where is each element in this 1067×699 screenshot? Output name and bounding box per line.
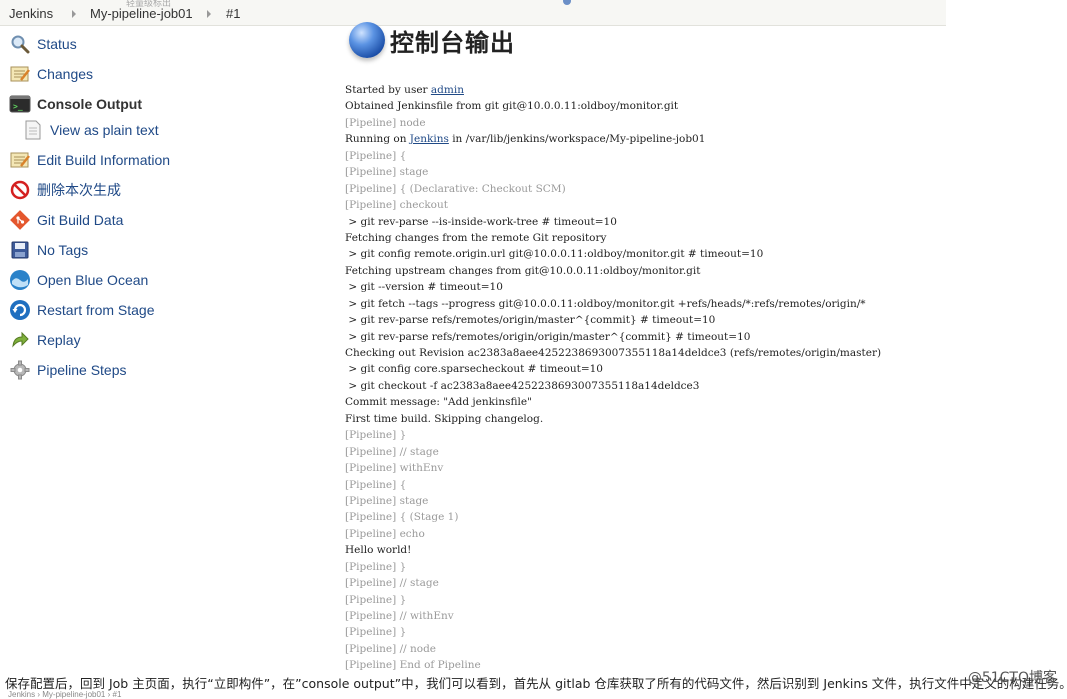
console-output: Started by user admin Obtained Jenkinsfi… (345, 82, 947, 674)
console-line: > git checkout -f ac2383a8aee42522386930… (345, 379, 700, 392)
caption-text: 保存配置后，回到 Job 主页面，执行“立即构件”，在”console outp… (5, 676, 1067, 691)
sidebar-item-no-tags[interactable]: No Tags (9, 239, 88, 261)
console-line: [Pipeline] End of Pipeline (345, 659, 481, 672)
console-line: Hello world! (345, 544, 412, 557)
mini-breadcrumb: Jenkins › My-pipeline-job01 › #1 (8, 690, 122, 699)
console-line: Running on Jenkins in /var/lib/jenkins/w… (345, 133, 706, 146)
console-line: > git config remote.origin.url git@10.0.… (345, 248, 764, 261)
console-line: [Pipeline] { (Stage 1) (345, 511, 459, 524)
refresh-icon (9, 299, 31, 321)
console-line: Fetching changes from the remote Git rep… (345, 231, 607, 244)
sidebar-item-replay[interactable]: Replay (9, 329, 81, 351)
sidebar-item-label: Git Build Data (37, 212, 124, 228)
save-icon (9, 239, 31, 261)
gear-icon (9, 359, 31, 381)
console-line: [Pipeline] // stage (345, 577, 439, 590)
breadcrumb-build[interactable]: #1 (226, 6, 240, 21)
console-line: [Pipeline] { (Declarative: Checkout SCM) (345, 182, 566, 195)
console-line: [Pipeline] checkout (345, 199, 448, 212)
console-line: [Pipeline] withEnv (345, 462, 444, 475)
user-link[interactable]: admin (431, 84, 464, 96)
sidebar-item-label: Console Output (37, 96, 142, 112)
console-line: [Pipeline] echo (345, 527, 425, 540)
console-line: First time build. Skipping changelog. (345, 412, 544, 425)
console-line: [Pipeline] } (345, 560, 407, 573)
console-line: [Pipeline] } (345, 593, 407, 606)
sidebar-item-label: Status (37, 36, 77, 52)
console-line: [Pipeline] stage (345, 166, 429, 179)
sidebar-item-label: 删除本次生成 (37, 182, 121, 198)
sidebar-item-label: Pipeline Steps (37, 362, 127, 378)
breadcrumb-job[interactable]: My-pipeline-job01 (90, 6, 193, 21)
sidebar-item-delete-build[interactable]: 删除本次生成 (9, 179, 121, 201)
console-line: > git --version # timeout=10 (345, 281, 503, 294)
watermark: @51CTO博客 (967, 670, 1057, 686)
node-link[interactable]: Jenkins (410, 133, 449, 145)
sidebar-item-label: Open Blue Ocean (37, 272, 149, 288)
sidebar-item-git-build-data[interactable]: Git Build Data (9, 209, 123, 231)
console-line: Obtained Jenkinsfile from git git@10.0.0… (345, 100, 679, 113)
sidebar-item-console-output[interactable]: >_ Console Output (9, 93, 142, 115)
sidebar-item-open-blue-ocean[interactable]: Open Blue Ocean (9, 269, 148, 291)
magnifier-icon (9, 33, 31, 55)
sidebar-item-label: No Tags (37, 242, 89, 258)
sidebar-item-label: View as plain text (50, 122, 159, 138)
page-title: 控制台输出 (390, 28, 515, 57)
console-line: [Pipeline] node (345, 116, 426, 129)
breadcrumb-chevron-icon (72, 10, 76, 18)
notepad-edit-icon (9, 149, 31, 171)
console-line: > git rev-parse refs/remotes/origin/mast… (345, 314, 716, 327)
console-line: [Pipeline] { (345, 478, 407, 491)
sidebar-item-view-plain-text[interactable]: View as plain text (24, 119, 159, 141)
terminal-icon: >_ (9, 93, 31, 115)
sidebar-item-label: Restart from Stage (37, 302, 155, 318)
blue-ball-icon (349, 22, 385, 58)
sidebar-item-label: Changes (37, 66, 94, 82)
console-line: [Pipeline] } (345, 429, 407, 442)
sidebar-item-edit-build-information[interactable]: Edit Build Information (9, 149, 170, 171)
console-line: Fetching upstream changes from git@10.0.… (345, 264, 701, 277)
console-line: > git rev-parse refs/remotes/origin/orig… (345, 330, 751, 343)
git-icon (9, 209, 31, 231)
help-icon (563, 0, 571, 5)
blue-ocean-icon (9, 269, 31, 291)
console-line: [Pipeline] } (345, 626, 407, 639)
sidebar-item-pipeline-steps[interactable]: Pipeline Steps (9, 359, 127, 381)
console-line: > git config core.sparsecheckout # timeo… (345, 363, 603, 376)
console-line: [Pipeline] // withEnv (345, 610, 454, 622)
console-line: > git rev-parse --is-inside-work-tree # … (345, 215, 617, 228)
console-line: [Pipeline] stage (345, 494, 429, 507)
page-heading: 控制台输出 (349, 22, 515, 58)
notepad-icon (9, 63, 31, 85)
console-line: Started by user admin (345, 84, 464, 96)
sidebar-item-label: Replay (37, 332, 81, 348)
no-entry-icon (9, 179, 31, 201)
document-icon (24, 120, 42, 140)
svg-text:>_: >_ (13, 102, 23, 111)
replay-arrow-icon (9, 329, 31, 351)
console-line: [Pipeline] // node (345, 642, 437, 655)
breadcrumb-chevron-icon (207, 10, 211, 18)
sidebar-item-restart-from-stage[interactable]: Restart from Stage (9, 299, 155, 321)
breadcrumb-jenkins[interactable]: Jenkins (9, 6, 53, 21)
console-line: > git fetch --tags --progress git@10.0.0… (345, 297, 866, 310)
sidebar-item-status[interactable]: Status (9, 33, 77, 55)
sidebar-item-label: Edit Build Information (37, 152, 171, 168)
sidebar-item-changes[interactable]: Changes (9, 63, 93, 85)
console-line: Checking out Revision ac2383a8aee4252238… (345, 347, 882, 359)
console-line: [Pipeline] { (345, 149, 407, 162)
console-line: Commit message: "Add jenkinsfile" (345, 396, 532, 409)
console-line: [Pipeline] // stage (345, 445, 439, 458)
